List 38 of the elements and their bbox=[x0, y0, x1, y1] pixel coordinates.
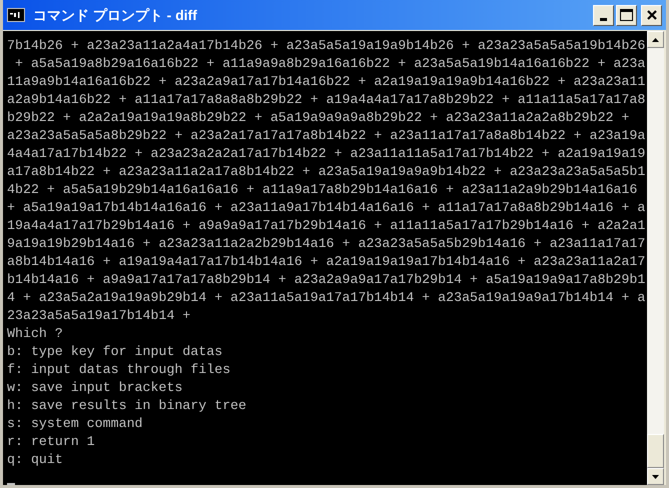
console-line: r: return 1 bbox=[7, 433, 95, 451]
console-line: b29b22 + a2a2a19a19a19a8b29b22 + a5a19a9a9a9a8b29b22 + a23a23a11a2a2a8b29b22 + bbox=[7, 109, 630, 127]
console-line: 4 + a23a5a2a19a19a9b29b14 + a23a11a5a19a17a17b14b14 + a23a5a19a19a9a17b14b14 + a bbox=[7, 289, 646, 307]
scroll-thumb[interactable] bbox=[647, 434, 664, 468]
console-line: 11a9a9b14a16a16b22 + a23a2a9a17a17b14a16b22 + a2a19a19a19a9b14a16b22 + a23a23a11 bbox=[7, 73, 646, 91]
minimize-button[interactable] bbox=[593, 4, 614, 26]
down-arrow-icon bbox=[652, 474, 659, 478]
window-title: コマンド プロンプト - diff bbox=[33, 6, 198, 24]
console-line: a2a9b14a16b22 + a11a17a17a8a8a8b29b22 + a19a4a4a17a17a8b29b22 + a11a11a5a17a17a8 bbox=[7, 91, 646, 109]
up-arrow-icon bbox=[652, 38, 659, 42]
scrollbar[interactable] bbox=[647, 31, 664, 485]
console-line: w: save input brackets bbox=[7, 379, 183, 397]
console-line: 19a4a4a17a17b29b14a16 + a9a9a9a17a17b29b14a16 + a11a11a5a17a17b29b14a16 + a2a2a1 bbox=[7, 217, 646, 235]
console-line: b: type key for input datas bbox=[7, 343, 222, 361]
console-line: Which ? bbox=[7, 325, 63, 343]
console-line: + a5a19a19a17b14b14a16a16 + a23a11a9a17b14b14a16a16 + a11a17a17a8a8b29b14a16 + a bbox=[7, 199, 646, 217]
console-line: 4b22 + a5a5a19b29b14a16a16a16 + a11a9a17a8b29b14a16a16 + a23a11a2a9b29b14a16a16 bbox=[7, 181, 638, 199]
console-line: + a5a5a19a8b29a16a16b22 + a11a9a9a8b29a16a16b22 + a23a5a5a19b14a16a16b22 + a23a bbox=[14, 55, 646, 73]
console-line: q: quit bbox=[7, 451, 63, 469]
maximize-icon bbox=[620, 9, 633, 21]
console-line: 4a4a17a17b14b22 + a23a23a2a2a17a17b14b22 + a23a11a11a5a17a17b14b22 + a2a19a19a19 bbox=[7, 145, 646, 163]
console-icon bbox=[7, 8, 25, 22]
console-line: 7b14b26 + a23a23a11a2a4a17b14b26 + a23a5a5a19a19a9b14b26 + a23a23a5a5a5a19b14b26 bbox=[7, 37, 646, 55]
console-line: 23a23a5a5a19a17b14b14 + bbox=[7, 307, 191, 325]
scroll-up-button[interactable] bbox=[647, 31, 664, 48]
console-line: h: save results in binary tree bbox=[7, 397, 246, 415]
console-line: a17a8b14b22 + a23a23a11a2a17a8b14b22 + a23a5a19a19a9a9b14b22 + a23a23a23a5a5a5b1 bbox=[7, 163, 646, 181]
close-icon bbox=[646, 10, 656, 20]
console-line: 9a19a19b29b14a16 + a23a23a11a2a2b29b14a16 + a23a23a5a5a5b29b14a16 + a23a11a17a17 bbox=[7, 235, 646, 253]
console-line: a23a23a5a5a5a8b29b22 + a23a2a17a17a17a8b14b22 + a23a11a17a17a8a8b14b22 + a23a19a bbox=[7, 127, 646, 145]
close-button[interactable] bbox=[641, 4, 662, 26]
maximize-button[interactable] bbox=[616, 4, 637, 26]
minimize-icon bbox=[600, 18, 607, 20]
console-line: s: system command bbox=[7, 415, 143, 433]
console-line: a8b14b14a16 + a19a19a4a17a17b14b14a16 + a2a19a19a19a17b14b14a16 + a23a23a11a2a17 bbox=[7, 253, 646, 271]
scroll-down-button[interactable] bbox=[647, 468, 664, 485]
console-line: b14b14a16 + a9a9a17a17a17a8b29b14 + a23a2a9a9a17a17b29b14 + a5a19a19a9a17a8b29b1 bbox=[7, 271, 646, 289]
console-line: f: input datas through files bbox=[7, 361, 230, 379]
